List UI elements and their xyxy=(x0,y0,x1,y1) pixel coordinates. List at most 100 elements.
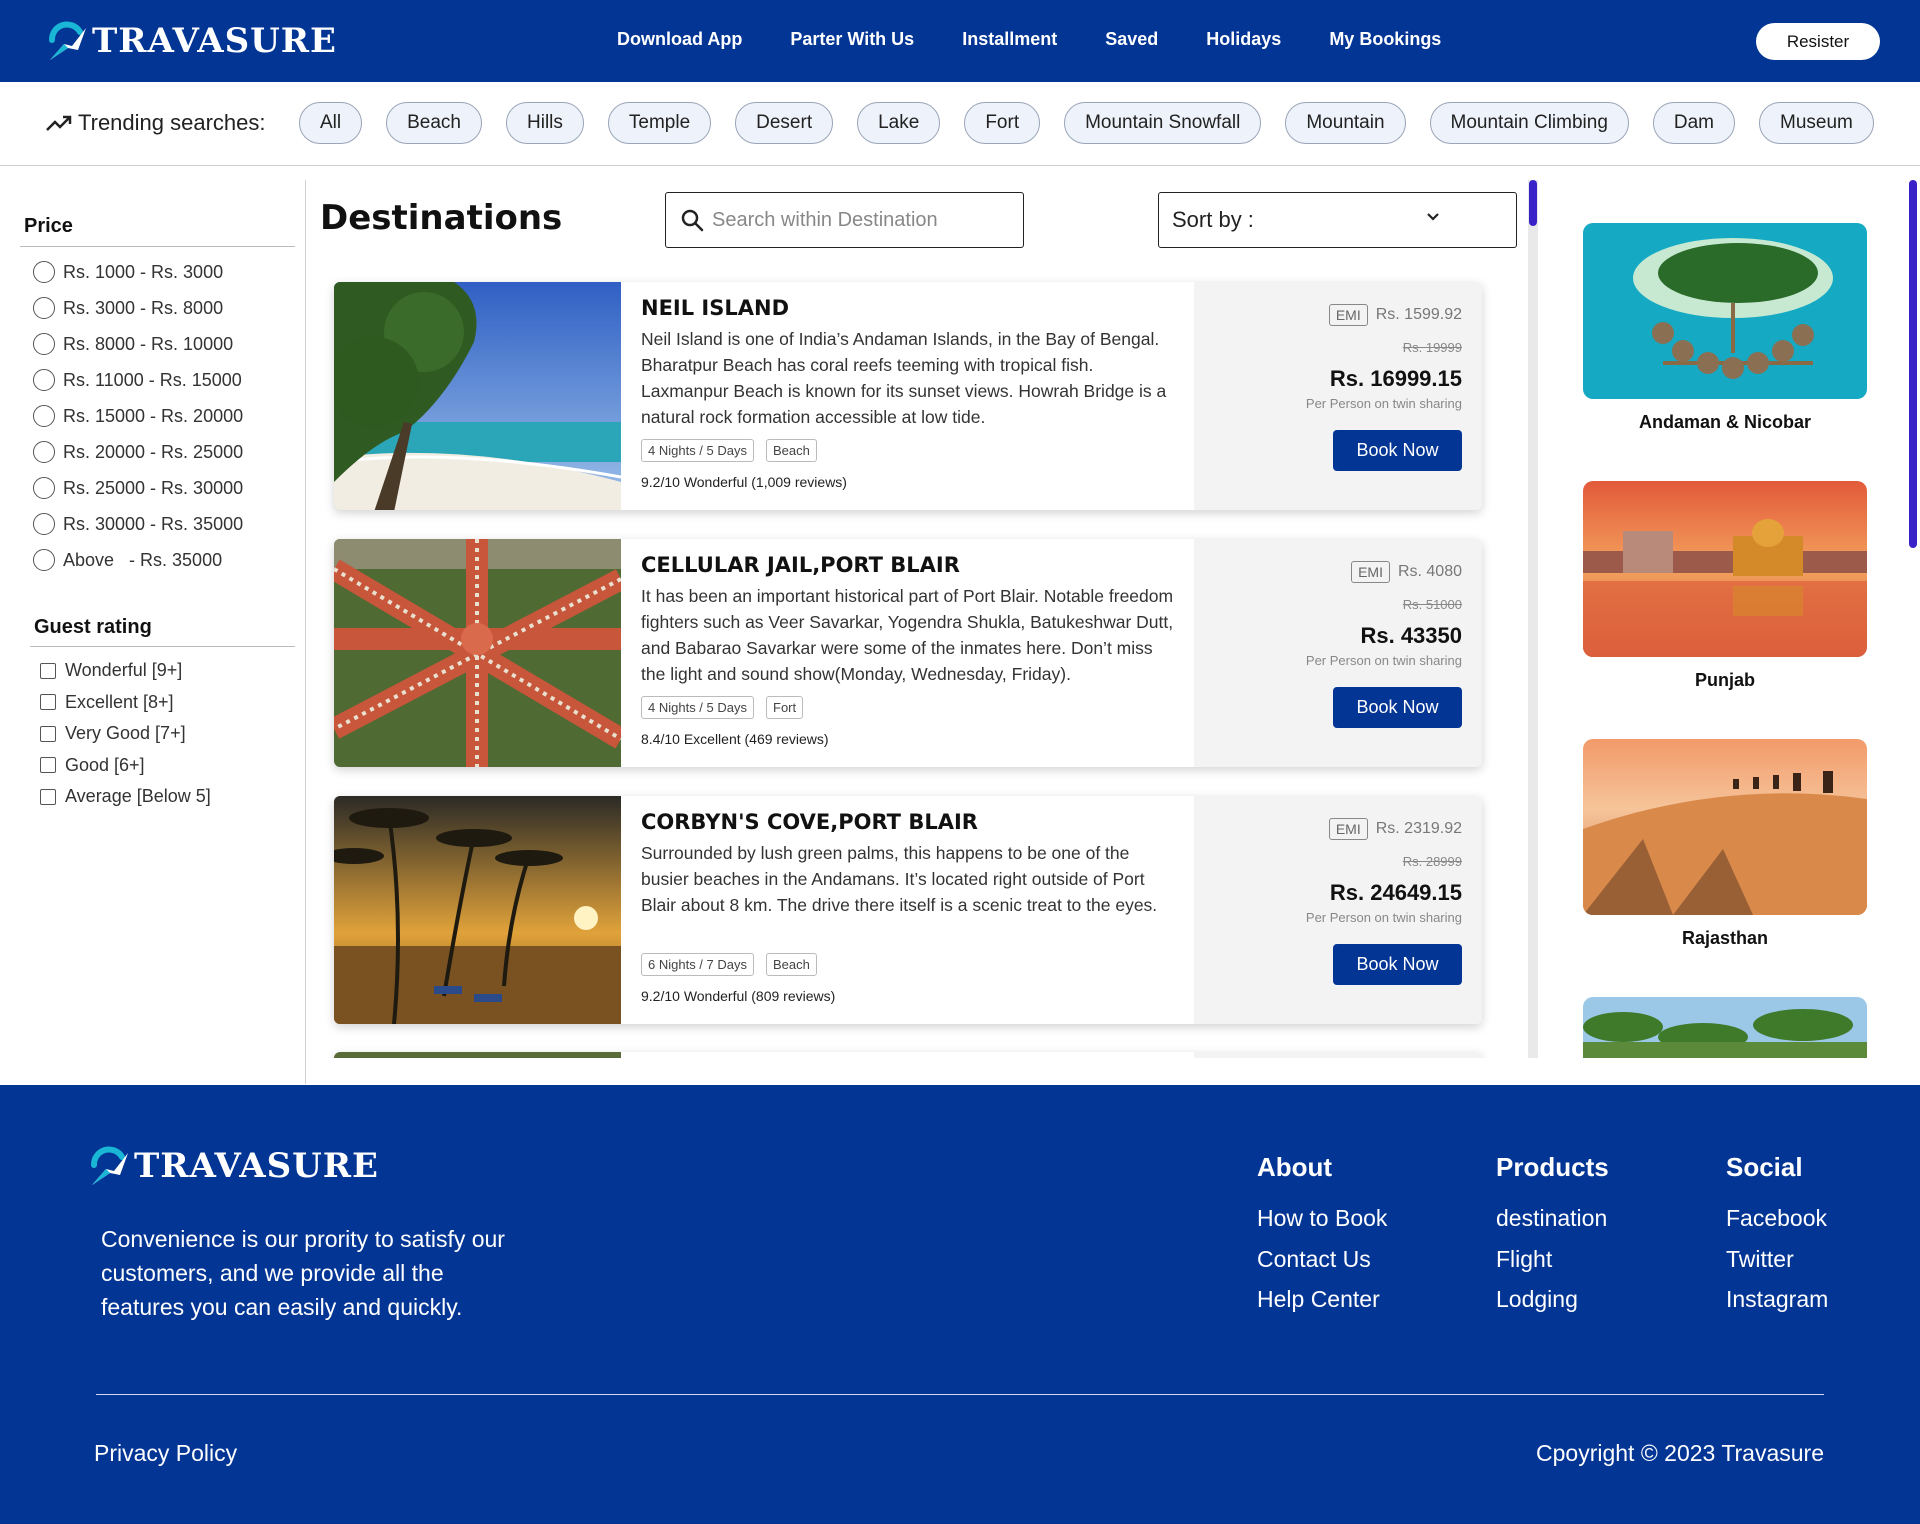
chip-hills[interactable]: Hills xyxy=(506,102,584,144)
price-option[interactable]: Rs. 30000 - Rs. 35000 xyxy=(33,506,243,542)
radio-button[interactable] xyxy=(33,261,55,283)
radio-button[interactable] xyxy=(33,477,55,499)
chip-dam[interactable]: Dam xyxy=(1652,102,1736,144)
book-now-button[interactable]: Book Now xyxy=(1333,430,1462,471)
checkbox[interactable] xyxy=(40,788,56,805)
chip-all[interactable]: All xyxy=(299,102,363,144)
price-option[interactable]: Above - Rs. 35000 xyxy=(33,542,243,578)
rating-option[interactable]: Good [6+] xyxy=(40,750,211,782)
price-option[interactable]: Rs. 25000 - Rs. 30000 xyxy=(33,470,243,506)
price-option[interactable]: Rs. 1000 - Rs. 3000 xyxy=(33,254,243,290)
card-title[interactable]: CELLULAR JAIL,PORT BLAIR xyxy=(641,553,1181,577)
radio-button[interactable] xyxy=(33,405,55,427)
category-tag: Beach xyxy=(766,439,817,462)
discounted-price: Rs. 24649.15 xyxy=(1329,880,1462,905)
book-now-button[interactable]: Book Now xyxy=(1333,687,1462,728)
card-description: It has been an important historical part… xyxy=(641,586,1174,684)
price-option[interactable]: Rs. 8000 - Rs. 10000 xyxy=(33,326,243,362)
card-title[interactable]: NEIL ISLAND xyxy=(641,296,1181,320)
chip-desert[interactable]: Desert xyxy=(735,102,834,144)
footer-link-flight[interactable]: Flight xyxy=(1496,1246,1609,1287)
checkbox[interactable] xyxy=(40,662,56,679)
emi-row: EMI Rs. 2319.92 xyxy=(1328,818,1462,840)
footer-link-instagram[interactable]: Instagram xyxy=(1726,1286,1828,1327)
trending-label-text: Trending searches: xyxy=(78,110,266,135)
page-scrollbar-thumb[interactable] xyxy=(1909,180,1917,548)
nav-saved[interactable]: Saved xyxy=(1105,29,1158,50)
footer-link-facebook[interactable]: Facebook xyxy=(1726,1205,1828,1246)
card-body: NEIL ISLAND Neil Island is one of India’… xyxy=(641,296,1181,490)
checkbox[interactable] xyxy=(40,757,56,774)
price-option[interactable]: Rs. 20000 - Rs. 25000 xyxy=(33,434,243,470)
chip-lake[interactable]: Lake xyxy=(857,102,941,144)
rating-option-label: Good [6+] xyxy=(65,754,145,775)
emi-row: EMI Rs. 4080 xyxy=(1351,561,1462,583)
card-title[interactable]: CORBYN'S COVE,PORT BLAIR xyxy=(641,810,1181,834)
checkbox[interactable] xyxy=(40,694,56,711)
radio-button[interactable] xyxy=(33,549,55,571)
search-input[interactable] xyxy=(712,208,1012,232)
checkbox[interactable] xyxy=(40,725,56,742)
footer-link-how-to-book[interactable]: How to Book xyxy=(1257,1205,1387,1246)
chip-mountain[interactable]: Mountain xyxy=(1285,102,1406,144)
list-scrollbar-track[interactable] xyxy=(1528,180,1538,1058)
destination-tile[interactable]: Andaman & Nicobar xyxy=(1583,223,1867,433)
sort-dropdown[interactable]: Sort by : xyxy=(1158,192,1517,248)
nav-download-app[interactable]: Download App xyxy=(617,29,742,50)
footer-link-twitter[interactable]: Twitter xyxy=(1726,1246,1828,1287)
radio-button[interactable] xyxy=(33,441,55,463)
price-option-label: Rs. 3000 - Rs. 8000 xyxy=(63,297,224,318)
price-panel: EMI Rs. 4080 Rs. 51000 Rs. 43350 Per Per… xyxy=(1194,539,1482,767)
radio-button[interactable] xyxy=(33,513,55,535)
price-option[interactable]: Rs. 3000 - Rs. 8000 xyxy=(33,290,243,326)
destination-tile[interactable]: Rajasthan xyxy=(1583,739,1867,949)
nav-holidays[interactable]: Holidays xyxy=(1206,29,1281,50)
privacy-policy-link[interactable]: Privacy Policy xyxy=(94,1440,237,1467)
radio-button[interactable] xyxy=(33,369,55,391)
chip-museum[interactable]: Museum xyxy=(1759,102,1874,144)
chip-temple[interactable]: Temple xyxy=(607,102,712,144)
footer-products-column: Products destination Flight Lodging xyxy=(1496,1152,1609,1327)
price-option-label: Rs. 11000 - Rs. 15000 xyxy=(63,369,242,390)
card-image xyxy=(334,1052,621,1058)
radio-button[interactable] xyxy=(33,297,55,319)
chevron-down-icon xyxy=(1427,213,1439,221)
trending-up-icon xyxy=(46,115,72,131)
price-option-label: Rs. 15000 - Rs. 20000 xyxy=(63,405,244,426)
footer-link-help-center[interactable]: Help Center xyxy=(1257,1286,1387,1327)
nav-my-bookings[interactable]: My Bookings xyxy=(1329,29,1441,50)
book-now-button[interactable]: Book Now xyxy=(1333,944,1462,985)
rating-option[interactable]: Excellent [8+] xyxy=(40,687,211,719)
sort-label: Sort by : xyxy=(1172,207,1254,232)
brand-logo[interactable]: TRAVASURE xyxy=(46,20,337,62)
emi-value: Rs. 1599.92 xyxy=(1375,306,1462,323)
destination-list: NEIL ISLAND Neil Island is one of India’… xyxy=(310,270,1530,1058)
destination-search[interactable] xyxy=(665,192,1024,248)
register-button[interactable]: Resister xyxy=(1756,23,1880,60)
footer-link-contact-us[interactable]: Contact Us xyxy=(1257,1246,1387,1287)
chip-fort[interactable]: Fort xyxy=(964,102,1041,144)
list-scrollbar-thumb[interactable] xyxy=(1529,180,1537,226)
copyright-text: Cpoyright © 2023 Travasure xyxy=(1536,1440,1824,1466)
nav-partner[interactable]: Parter With Us xyxy=(790,29,914,50)
price-option[interactable]: Rs. 15000 - Rs. 20000 xyxy=(33,398,243,434)
chip-mountain-snowfall[interactable]: Mountain Snowfall xyxy=(1064,102,1262,144)
emi-row: EMI Rs. 1599.92 xyxy=(1328,304,1462,326)
destination-tile[interactable]: Punjab xyxy=(1583,481,1867,691)
chip-mountain-climbing[interactable]: Mountain Climbing xyxy=(1429,102,1629,144)
price-option[interactable]: Rs. 11000 - Rs. 15000 xyxy=(33,362,243,398)
page-title: Destinations xyxy=(320,198,563,238)
nav-installment[interactable]: Installment xyxy=(962,29,1057,50)
radio-button[interactable] xyxy=(33,333,55,355)
rating-option[interactable]: Average [Below 5] xyxy=(40,781,211,813)
chip-beach[interactable]: Beach xyxy=(386,102,482,144)
rating-option[interactable]: Very Good [7+] xyxy=(40,718,211,750)
footer-logo[interactable]: TRAVASURE xyxy=(88,1145,379,1187)
card-rating: 8.4/10 Excellent (469 reviews) xyxy=(641,731,829,747)
rating-option[interactable]: Wonderful [9+] xyxy=(40,655,211,687)
card-tags: 6 Nights / 7 Days Beach xyxy=(641,953,1181,976)
footer-link-destination[interactable]: destination xyxy=(1496,1205,1609,1246)
card-description: Surrounded by lush green palms, this hap… xyxy=(641,843,1158,915)
footer-link-lodging[interactable]: Lodging xyxy=(1496,1286,1609,1327)
destination-tile[interactable] xyxy=(1583,997,1867,1058)
